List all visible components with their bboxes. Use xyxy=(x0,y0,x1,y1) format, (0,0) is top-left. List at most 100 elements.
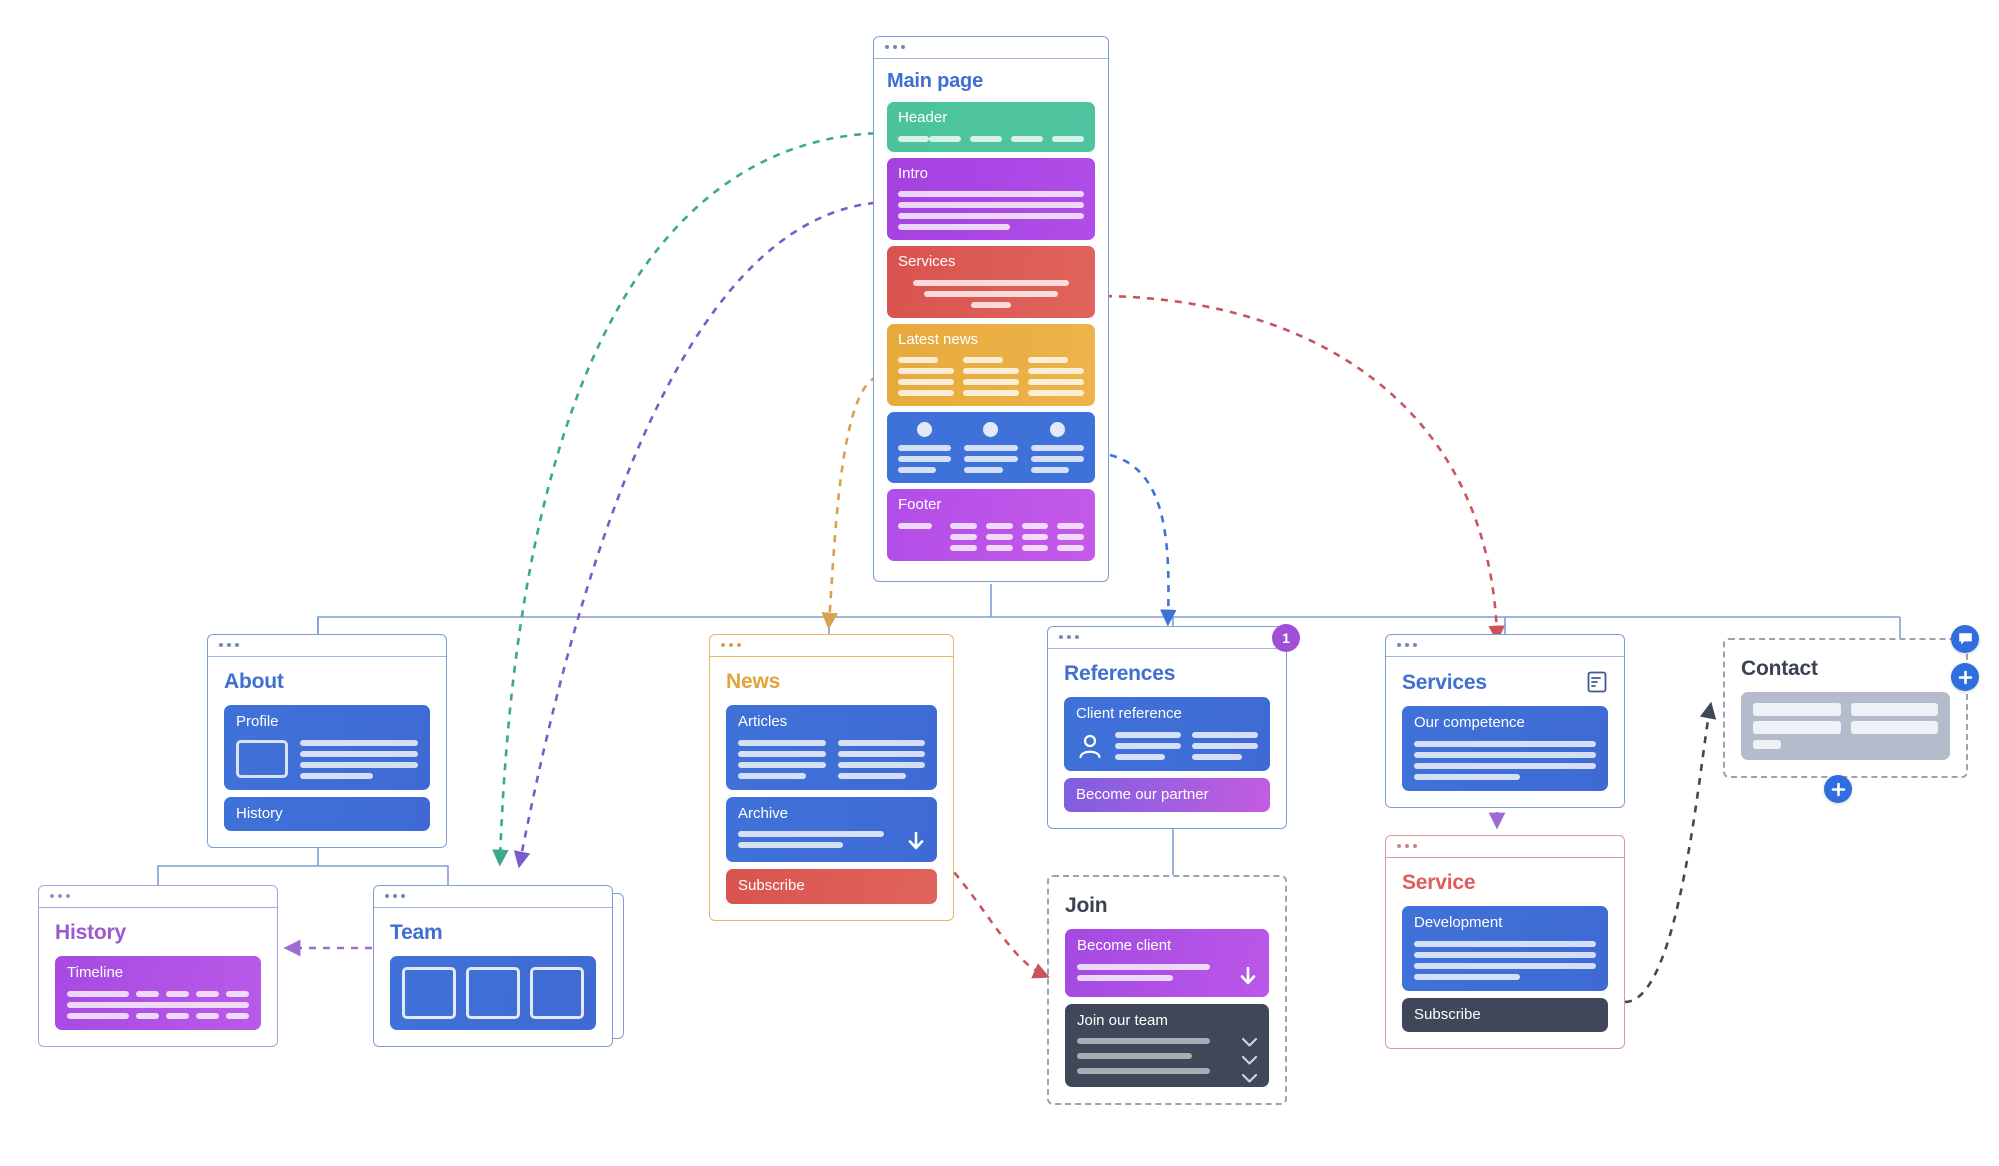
card-contact[interactable]: Contact xyxy=(1723,638,1968,778)
block-history[interactable]: History xyxy=(224,796,430,831)
block-become-client[interactable]: Become client xyxy=(1065,929,1269,997)
titlebar xyxy=(39,886,277,908)
link-cards-to-references xyxy=(1109,453,1177,627)
block-team-members[interactable] xyxy=(390,956,596,1030)
titlebar xyxy=(1386,836,1624,858)
block-subscribe[interactable]: Subscribe xyxy=(1402,997,1608,1032)
block-archive[interactable]: Archive xyxy=(726,796,937,862)
block-subscribe[interactable]: Subscribe xyxy=(726,869,937,904)
section-services[interactable]: Services xyxy=(887,246,1095,318)
member-avatar xyxy=(402,967,456,1019)
card-title: Join xyxy=(1065,894,1108,917)
block-label: Our competence xyxy=(1414,714,1525,731)
block-articles[interactable]: Articles xyxy=(726,705,937,790)
member-avatar xyxy=(530,967,584,1019)
block-label: Archive xyxy=(738,804,789,822)
block-label: Become client xyxy=(1077,937,1172,954)
block-join-our-team[interactable]: Join our team xyxy=(1065,1003,1269,1087)
card-title: Services xyxy=(1402,670,1487,694)
block-label: History xyxy=(236,804,283,822)
card-title: History xyxy=(55,921,126,944)
card-title: Contact xyxy=(1741,657,1818,680)
block-profile[interactable]: Profile xyxy=(224,705,430,790)
card-services[interactable]: Services Our competence xyxy=(1385,634,1625,808)
block-label: Development xyxy=(1414,914,1503,931)
titlebar xyxy=(1386,635,1624,657)
card-join[interactable]: Join Become client Join our team xyxy=(1047,875,1287,1105)
block-contact-form[interactable] xyxy=(1741,692,1950,760)
block-development[interactable]: Development xyxy=(1402,906,1608,991)
window-dots-icon xyxy=(885,45,905,49)
titlebar xyxy=(710,635,953,657)
chevron-down-icon[interactable] xyxy=(1242,1037,1257,1047)
status-badge[interactable]: 1 xyxy=(1272,624,1300,652)
card-history[interactable]: History Timeline xyxy=(38,885,278,1047)
sitemap-canvas: Main page Header Intro Services Latest n… xyxy=(0,0,1999,1166)
image-placeholder xyxy=(236,739,288,778)
block-label: Subscribe xyxy=(1414,1005,1481,1023)
card-references[interactable]: References Client reference Become our p… xyxy=(1047,626,1287,829)
download-arrow-icon[interactable] xyxy=(907,832,925,852)
titlebar xyxy=(874,37,1108,59)
card-main-page[interactable]: Main page Header Intro Services Latest n… xyxy=(873,36,1109,582)
titlebar xyxy=(208,635,446,657)
member-avatar xyxy=(466,967,520,1019)
section-label: Intro xyxy=(898,164,929,182)
block-client-reference[interactable]: Client reference xyxy=(1064,697,1270,771)
card-team[interactable]: Team xyxy=(373,885,613,1047)
link-services-to-services-card xyxy=(1104,294,1505,643)
titlebar xyxy=(1048,627,1286,649)
card-title: Team xyxy=(390,921,443,944)
section-label: Footer xyxy=(898,496,942,513)
section-cards[interactable] xyxy=(887,412,1095,483)
section-label: Services xyxy=(898,253,956,270)
link-service-to-contact xyxy=(1624,701,1717,1004)
user-icon xyxy=(1079,734,1101,758)
card-about[interactable]: About Profile History xyxy=(207,634,447,848)
block-timeline[interactable]: Timeline xyxy=(55,956,261,1030)
page-title: Main page xyxy=(887,70,983,92)
block-label: Join our team xyxy=(1077,1011,1168,1029)
card-title: Service xyxy=(1402,871,1476,894)
block-label: Subscribe xyxy=(738,877,805,894)
window-dots-icon xyxy=(721,643,741,647)
link-news-to-news-card xyxy=(821,375,878,630)
chevron-down-icon[interactable] xyxy=(1242,1073,1257,1083)
block-label: Profile xyxy=(236,713,279,730)
section-latest-news[interactable]: Latest news xyxy=(887,323,1095,406)
card-service[interactable]: Service Development Subscribe xyxy=(1385,835,1625,1049)
section-intro[interactable]: Intro xyxy=(887,157,1095,240)
window-dots-icon xyxy=(1059,635,1079,639)
document-list-icon[interactable] xyxy=(1586,671,1608,693)
section-footer[interactable]: Footer xyxy=(887,489,1095,561)
block-label: Client reference xyxy=(1076,705,1182,722)
window-dots-icon xyxy=(385,894,405,898)
plus-icon xyxy=(1831,782,1845,796)
window-dots-icon xyxy=(1397,844,1417,848)
card-news[interactable]: News Articles Archive Subscribe xyxy=(709,634,954,921)
window-dots-icon xyxy=(50,894,70,898)
add-button-top[interactable] xyxy=(1951,663,1979,691)
download-arrow-icon[interactable] xyxy=(1239,966,1257,987)
card-title: References xyxy=(1064,662,1176,685)
comment-icon[interactable] xyxy=(1951,625,1979,653)
add-button-bottom[interactable] xyxy=(1824,775,1852,803)
block-label: Timeline xyxy=(67,964,124,981)
accordion-chevrons[interactable] xyxy=(1242,1037,1257,1083)
link-news-card-to-join xyxy=(944,861,1050,979)
window-dots-icon xyxy=(219,643,239,647)
plus-icon xyxy=(1958,670,1972,684)
block-label: Become our partner xyxy=(1076,785,1209,803)
window-dots-icon xyxy=(1397,643,1417,647)
block-become-our-partner[interactable]: Become our partner xyxy=(1064,777,1270,812)
block-our-competence[interactable]: Our competence xyxy=(1402,706,1608,791)
block-label: Articles xyxy=(738,713,788,730)
avatar xyxy=(1049,422,1065,437)
card-title: News xyxy=(726,670,781,693)
comment-glyph xyxy=(1958,633,1972,645)
section-header[interactable]: Header xyxy=(887,102,1095,152)
chevron-down-icon[interactable] xyxy=(1242,1055,1257,1065)
avatar xyxy=(983,422,999,437)
section-label: Header xyxy=(898,109,948,126)
card-title: About xyxy=(224,670,284,693)
